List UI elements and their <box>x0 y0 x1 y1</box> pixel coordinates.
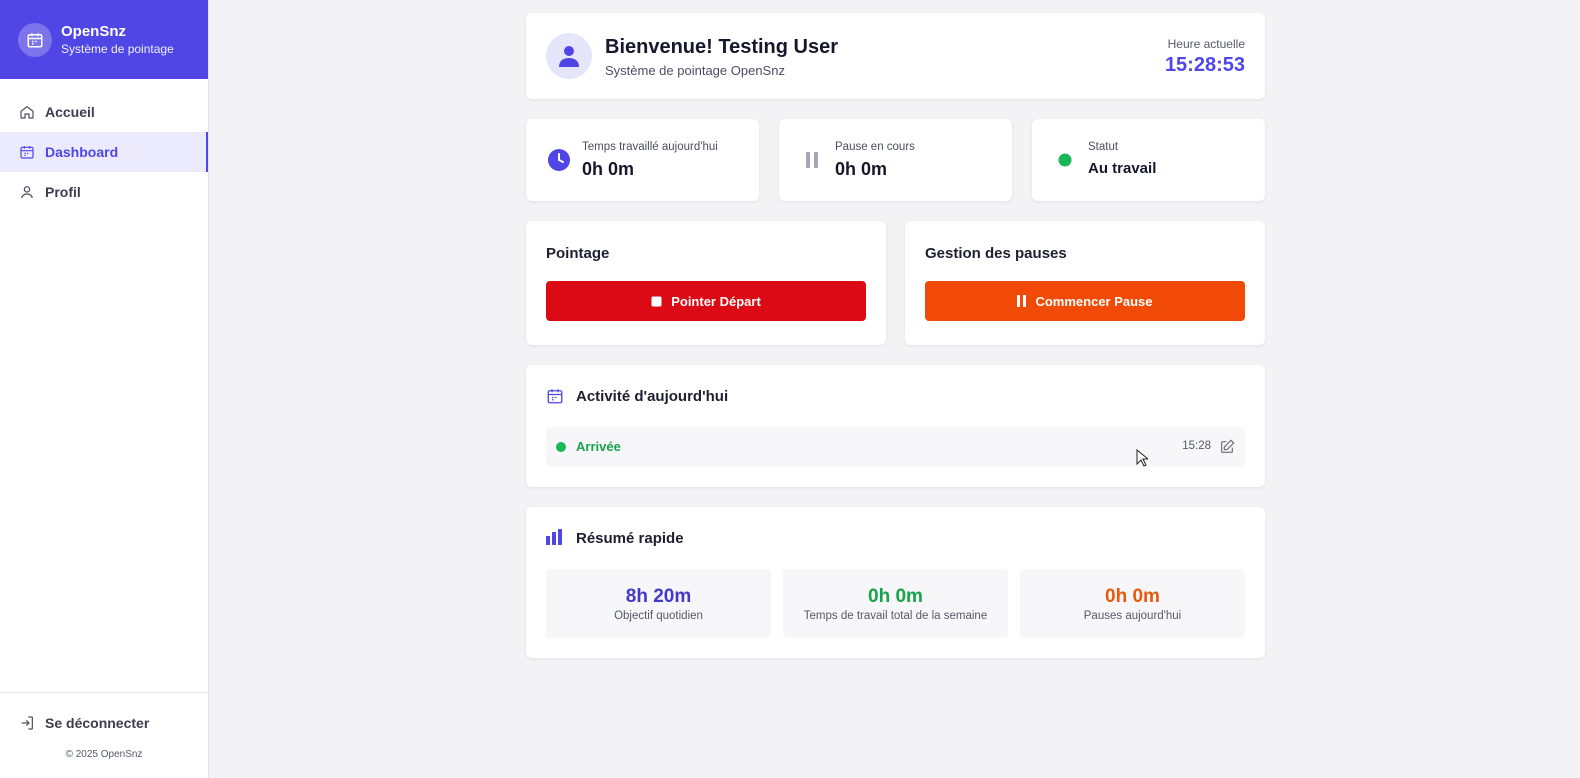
activity-title: Activité d'aujourd'hui <box>576 387 729 405</box>
stat-status: Statut Au travail <box>1032 119 1265 201</box>
calendar-icon <box>546 387 564 405</box>
summary-pauses-today: 0h 0m Pauses aujourd'hui <box>1020 569 1245 638</box>
brand-subtitle: Système de pointage <box>61 41 174 56</box>
calendar-icon <box>19 144 35 160</box>
stat-current-pause: Pause en cours 0h 0m <box>779 119 1012 201</box>
copyright: © 2025 OpenSnz <box>65 749 143 760</box>
activity-header: Activité d'aujourd'hui <box>546 387 728 405</box>
logout-label: Se déconnecter <box>45 715 150 731</box>
sidebar-item-label: Profil <box>45 184 81 200</box>
clock-out-button[interactable]: Pointer Départ <box>546 281 866 321</box>
activity-entry-time: 15:28 <box>1182 440 1211 452</box>
pause-management-card: Gestion des pauses Commencer Pause <box>905 221 1265 345</box>
current-time-label: Heure actuelle <box>1167 37 1245 51</box>
summary-value: 0h 0m <box>1105 586 1160 607</box>
sidebar-footer: Se déconnecter © 2025 OpenSnz <box>0 692 208 778</box>
stat-label: Statut <box>1088 141 1119 153</box>
status-dot-icon <box>556 442 566 452</box>
stat-value: Au travail <box>1088 160 1157 177</box>
summary-value: 0h 0m <box>868 586 923 607</box>
pointage-title: Pointage <box>546 245 610 262</box>
logout-button[interactable]: Se déconnecter <box>0 703 208 743</box>
stat-value: 0h 0m <box>582 159 635 179</box>
user-icon <box>19 184 35 200</box>
summary-daily-goal: 8h 20m Objectif quotidien <box>546 569 771 638</box>
activity-entry-label: Arrivée <box>576 439 621 454</box>
brand-header: OpenSnz Système de pointage <box>0 0 208 79</box>
current-time-value: 15:28:53 <box>1164 54 1245 76</box>
page-title: Bienvenue! Testing User <box>605 36 839 58</box>
mouse-cursor-icon <box>1136 449 1148 467</box>
sidebar-item-label: Accueil <box>45 104 95 120</box>
sidebar-item-accueil[interactable]: Accueil <box>0 92 208 132</box>
summary-header: Résumé rapide <box>546 529 684 547</box>
stat-value: 0h 0m <box>835 159 888 179</box>
clock-out-label: Pointer Départ <box>671 293 761 309</box>
user-avatar-icon <box>559 46 579 67</box>
avatar <box>546 33 592 79</box>
sidebar-nav: Accueil Dashboard Profil <box>0 79 208 212</box>
sidebar-item-label: Dashboard <box>45 144 119 160</box>
home-icon <box>19 104 35 120</box>
pause-management-title: Gestion des pauses <box>925 245 1067 262</box>
stat-label: Pause en cours <box>835 141 915 153</box>
start-pause-label: Commencer Pause <box>1035 293 1153 309</box>
summary-label: Pauses aujourd'hui <box>1083 610 1182 622</box>
page-subtitle: Système de pointage OpenSnz <box>605 63 785 78</box>
summary-value: 8h 20m <box>625 586 692 607</box>
pause-icon <box>801 149 823 171</box>
sidebar-item-profil[interactable]: Profil <box>0 172 208 212</box>
stop-icon <box>651 296 662 307</box>
start-pause-button[interactable]: Commencer Pause <box>925 281 1245 321</box>
summary-weekly-total: 0h 0m Temps de travail total de la semai… <box>783 569 1008 638</box>
pause-icon <box>1017 295 1027 307</box>
summary-card: Résumé rapide 8h 20m Objectif quotidien … <box>526 507 1265 658</box>
edit-icon[interactable] <box>1219 439 1235 455</box>
summary-label: Temps de travail total de la semaine <box>803 610 988 622</box>
logout-icon <box>19 715 35 731</box>
summary-title: Résumé rapide <box>576 529 684 547</box>
stat-worked-time: Temps travaillé aujourd'hui 0h 0m <box>526 119 759 201</box>
welcome-card: Bienvenue! Testing User Système de point… <box>526 13 1265 99</box>
brand-name: OpenSnz <box>61 22 127 40</box>
sidebar: OpenSnz Système de pointage Accueil Dash… <box>0 0 209 778</box>
sidebar-item-dashboard[interactable]: Dashboard <box>0 132 208 172</box>
bar-chart-icon <box>546 529 564 547</box>
clock-icon <box>548 149 570 171</box>
pointage-card: Pointage Pointer Départ <box>526 221 886 345</box>
activity-card: Activité d'aujourd'hui Arrivée 15:28 <box>526 365 1265 487</box>
stat-label: Temps travaillé aujourd'hui <box>582 141 718 153</box>
status-dot-icon <box>1054 149 1076 171</box>
calendar-logo-icon <box>18 22 52 57</box>
summary-label: Objectif quotidien <box>614 610 703 622</box>
